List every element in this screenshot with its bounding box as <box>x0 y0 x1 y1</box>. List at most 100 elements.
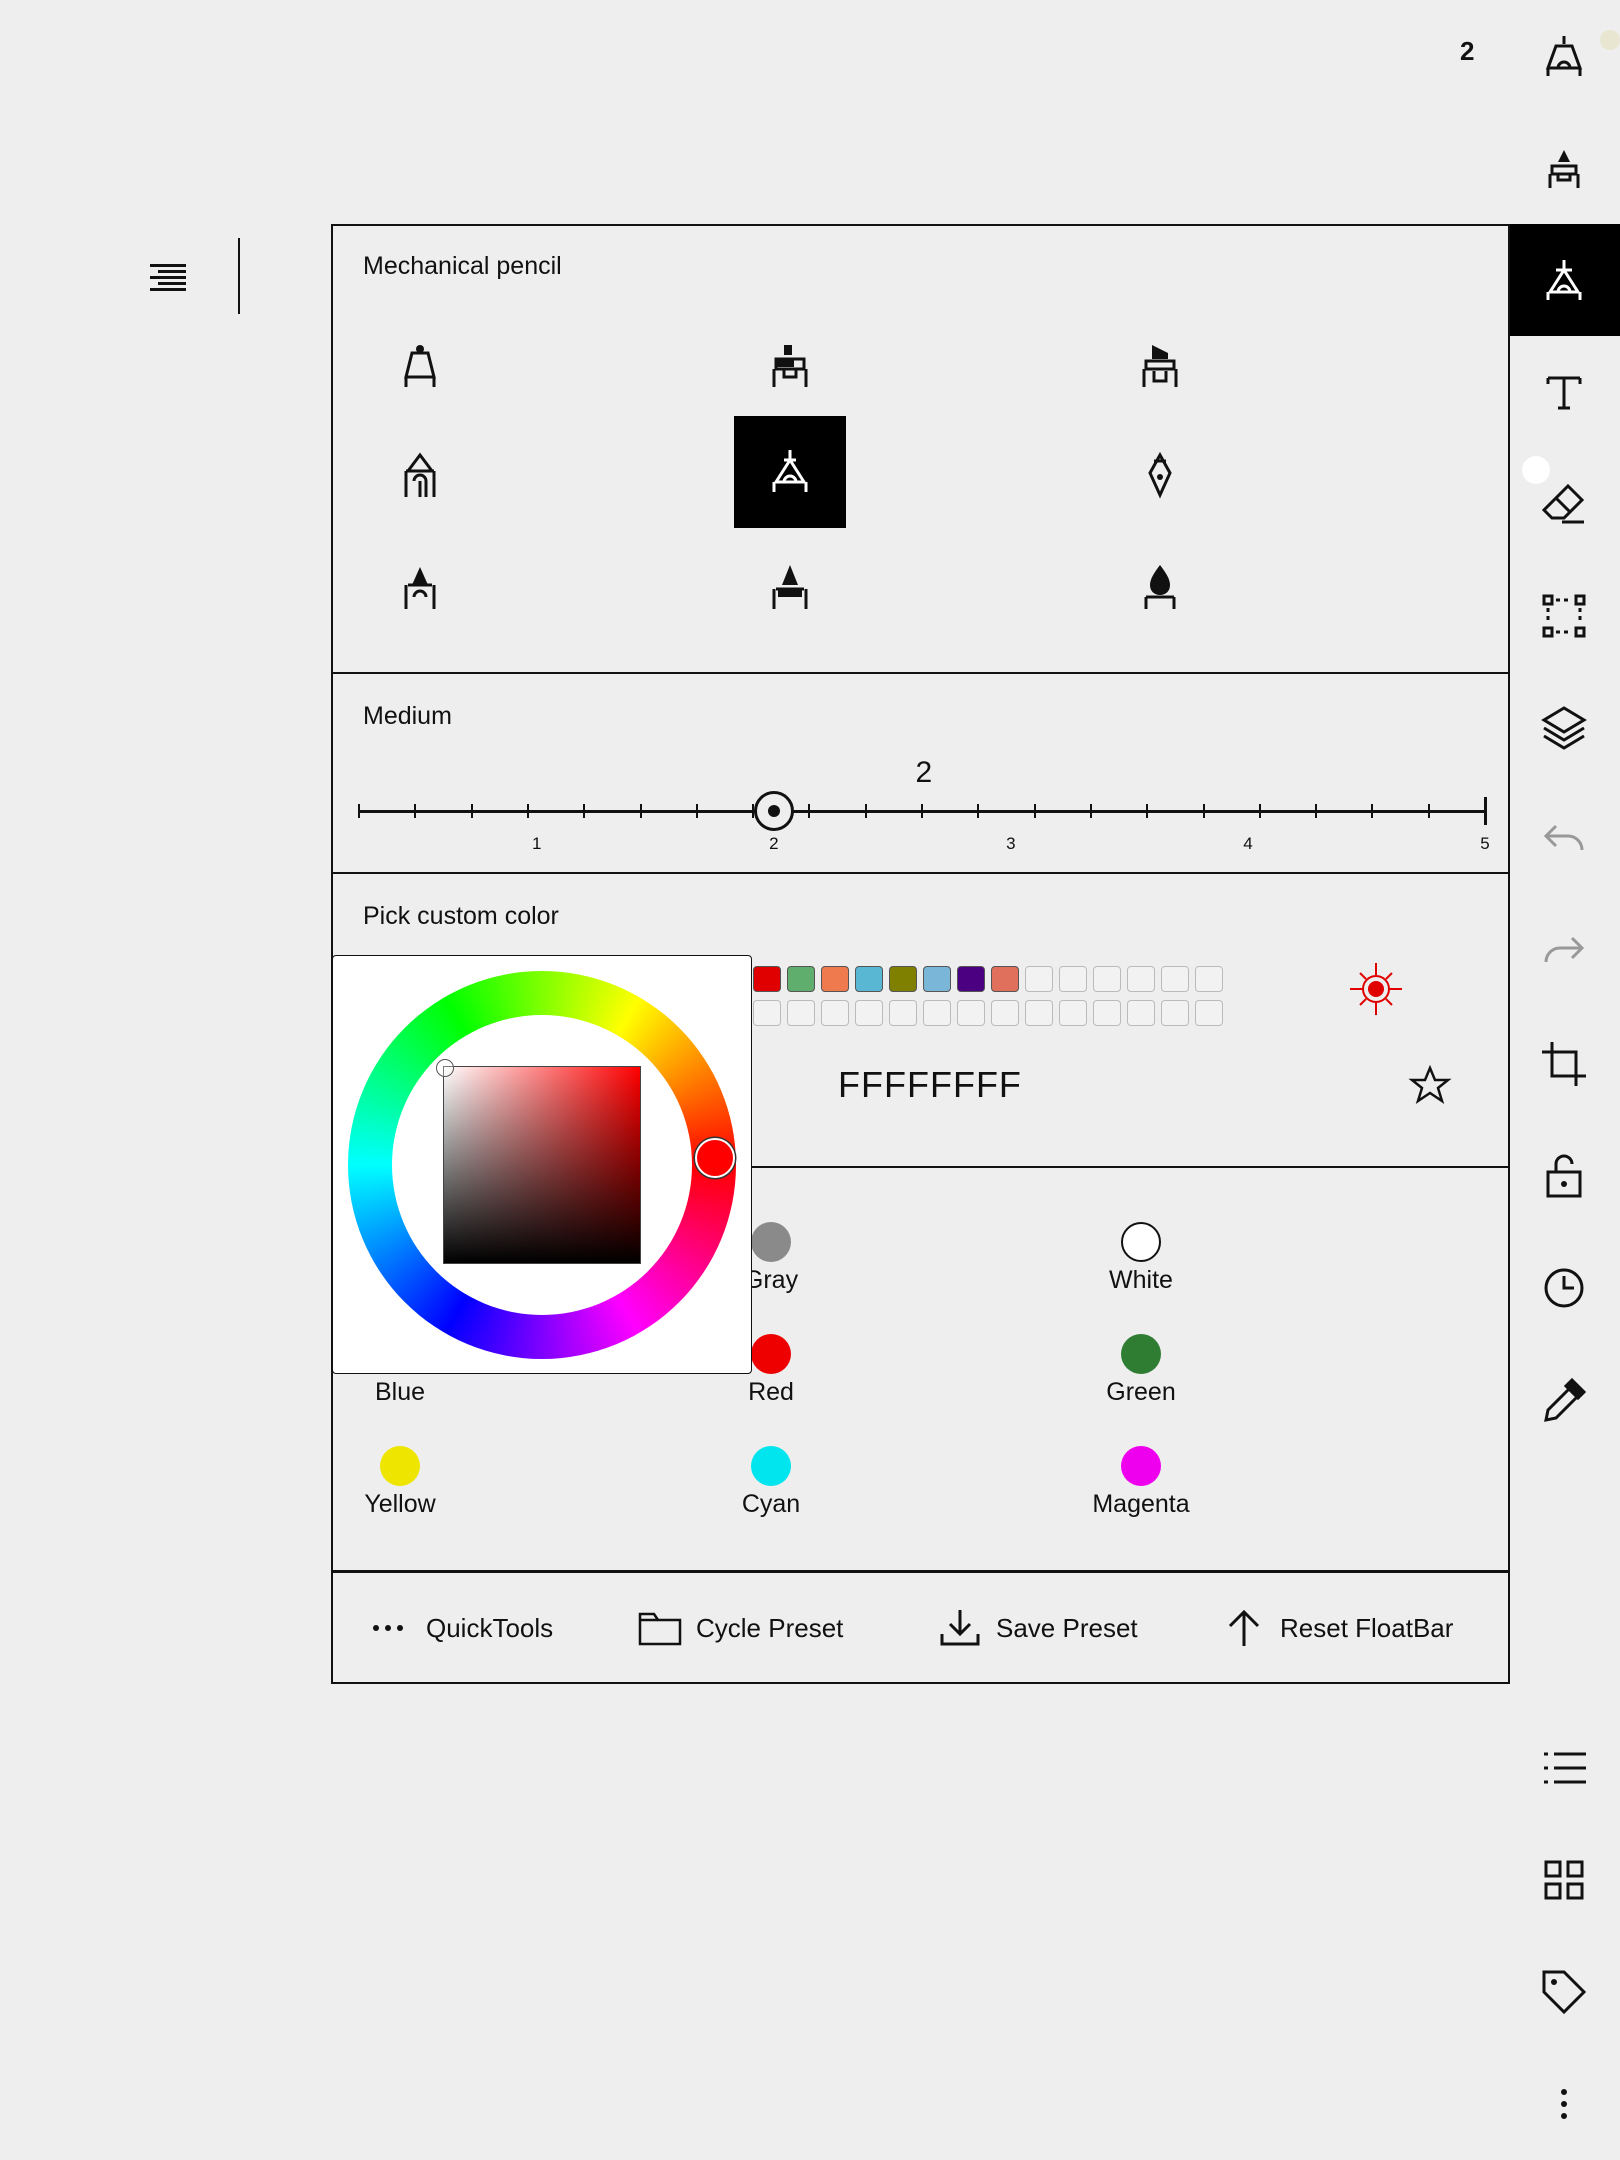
layers-icon <box>1541 706 1587 750</box>
empty-color-slot[interactable] <box>1093 966 1121 992</box>
paintbrush-brush-icon <box>1144 565 1176 609</box>
empty-color-slot[interactable] <box>821 1000 849 1026</box>
selection-icon <box>1542 594 1586 638</box>
slider-minor-tick <box>1202 804 1205 818</box>
slider-minor-tick <box>470 804 473 818</box>
empty-color-slot[interactable] <box>889 1000 917 1026</box>
brush-option[interactable] <box>1104 550 1216 624</box>
hex-color-value[interactable]: FFFFFFFF <box>838 1064 1022 1106</box>
empty-color-slot[interactable] <box>991 1000 1019 1026</box>
empty-color-slot[interactable] <box>1093 1000 1121 1026</box>
brush-option[interactable] <box>1104 328 1216 402</box>
empty-color-slot[interactable] <box>1161 966 1189 992</box>
hue-handle[interactable] <box>695 1138 735 1178</box>
pen-preset-1[interactable]: 2 <box>1460 0 1620 112</box>
brush-option[interactable] <box>364 328 476 402</box>
fountain-pen-brush-icon <box>1148 451 1172 499</box>
slider-minor-tick <box>1427 804 1430 818</box>
recent-color-swatch[interactable] <box>753 966 781 992</box>
empty-color-slot[interactable] <box>855 1000 883 1026</box>
recent-color-swatch[interactable] <box>991 966 1019 992</box>
tag-button[interactable] <box>1508 1936 1620 2048</box>
slider-minor-tick <box>695 804 698 818</box>
empty-color-slot[interactable] <box>1195 1000 1223 1026</box>
recent-color-swatch[interactable] <box>889 966 917 992</box>
color-chip-white[interactable]: White <box>1071 1222 1211 1295</box>
cycle-preset-label: Cycle Preset <box>696 1612 844 1643</box>
divider <box>238 238 240 314</box>
slider-tick-label: 3 <box>1006 834 1016 853</box>
save-preset-button[interactable]: Save Preset <box>938 1598 1138 1658</box>
empty-color-slot[interactable] <box>1161 1000 1189 1026</box>
history-tool[interactable] <box>1508 1232 1620 1344</box>
thickness-slider-knob[interactable] <box>753 791 794 831</box>
mechanical-pencil-icon <box>1546 260 1582 300</box>
empty-color-slot[interactable] <box>787 1000 815 1026</box>
brush-option-selected[interactable] <box>734 416 846 528</box>
empty-color-slot[interactable] <box>753 1000 781 1026</box>
color-chip-cyan[interactable]: Cyan <box>701 1446 841 1519</box>
undo-icon <box>1543 824 1584 851</box>
grid-button[interactable] <box>1508 1824 1620 1936</box>
thickness-value: 2 <box>915 756 933 789</box>
brush-option[interactable] <box>1104 438 1216 512</box>
screen-color-picker-button[interactable] <box>1348 961 1404 1017</box>
slider-minor-tick <box>358 804 360 818</box>
calligraphy-brush-icon <box>404 452 436 497</box>
pen-settings-panel: Mechanical pencil Medium 2 Pick custom c… <box>331 224 1510 1684</box>
empty-color-slot[interactable] <box>1059 966 1087 992</box>
color-label: Green <box>1106 1378 1176 1406</box>
slider-minor-tick <box>1089 804 1092 818</box>
slider-minor-tick <box>639 804 642 818</box>
eyedropper-tool[interactable] <box>1508 1344 1620 1456</box>
recent-color-swatch[interactable] <box>957 966 985 992</box>
mechanical-pencil-tool[interactable] <box>1508 224 1620 484</box>
empty-color-slot[interactable] <box>1127 1000 1155 1026</box>
more-icon <box>1561 2089 1567 2119</box>
empty-color-slot[interactable] <box>1127 966 1155 992</box>
reset-floatbar-button[interactable]: Reset FloatBar <box>1222 1598 1453 1658</box>
text-tool[interactable] <box>1508 336 1620 448</box>
brush-option[interactable] <box>734 550 846 624</box>
layers-tool[interactable] <box>1508 672 1620 784</box>
recent-color-swatch[interactable] <box>855 966 883 992</box>
empty-color-slot[interactable] <box>957 1000 985 1026</box>
quicktools-button[interactable]: QuickTools <box>368 1598 553 1658</box>
empty-color-slot[interactable] <box>923 1000 951 1026</box>
pen-preset-2[interactable] <box>1472 112 1620 260</box>
undo-button[interactable] <box>1508 784 1620 896</box>
brush-option[interactable] <box>364 438 476 512</box>
redo-icon <box>1544 936 1585 963</box>
more-button[interactable] <box>1508 2048 1620 2160</box>
recent-color-swatch[interactable] <box>821 966 849 992</box>
recent-color-swatch[interactable] <box>923 966 951 992</box>
divider <box>333 672 1508 674</box>
empty-color-slot[interactable] <box>1025 1000 1053 1026</box>
crop-tool[interactable] <box>1508 1008 1620 1120</box>
brush-option[interactable] <box>734 328 846 402</box>
folder-icon <box>638 1612 682 1646</box>
color-dot <box>1121 1446 1161 1486</box>
selection-tool[interactable] <box>1508 560 1620 672</box>
saturation-value-square[interactable] <box>443 1066 641 1264</box>
color-chip-green[interactable]: Green <box>1071 1334 1211 1407</box>
slider-major-tick <box>1484 797 1487 825</box>
brush-option[interactable] <box>364 550 476 624</box>
menu-button[interactable] <box>140 250 196 306</box>
cycle-preset-button[interactable]: Cycle Preset <box>638 1598 843 1658</box>
color-chip-yellow[interactable]: Yellow <box>330 1446 470 1519</box>
eraser-tool[interactable] <box>1508 448 1620 560</box>
empty-color-slot[interactable] <box>1195 966 1223 992</box>
favorite-color-button[interactable] <box>1408 1064 1452 1108</box>
reset-floatbar-label: Reset FloatBar <box>1280 1612 1454 1643</box>
empty-color-slot[interactable] <box>1059 1000 1087 1026</box>
color-dot <box>1121 1222 1161 1262</box>
slider-minor-tick <box>583 804 586 818</box>
empty-color-slot[interactable] <box>1025 966 1053 992</box>
recent-color-swatch[interactable] <box>787 966 815 992</box>
lock-tool[interactable] <box>1508 1120 1620 1232</box>
saturation-value-handle[interactable] <box>436 1059 454 1077</box>
color-chip-magenta[interactable]: Magenta <box>1071 1446 1211 1519</box>
redo-button[interactable] <box>1508 896 1620 1008</box>
list-button[interactable] <box>1508 1712 1620 1824</box>
